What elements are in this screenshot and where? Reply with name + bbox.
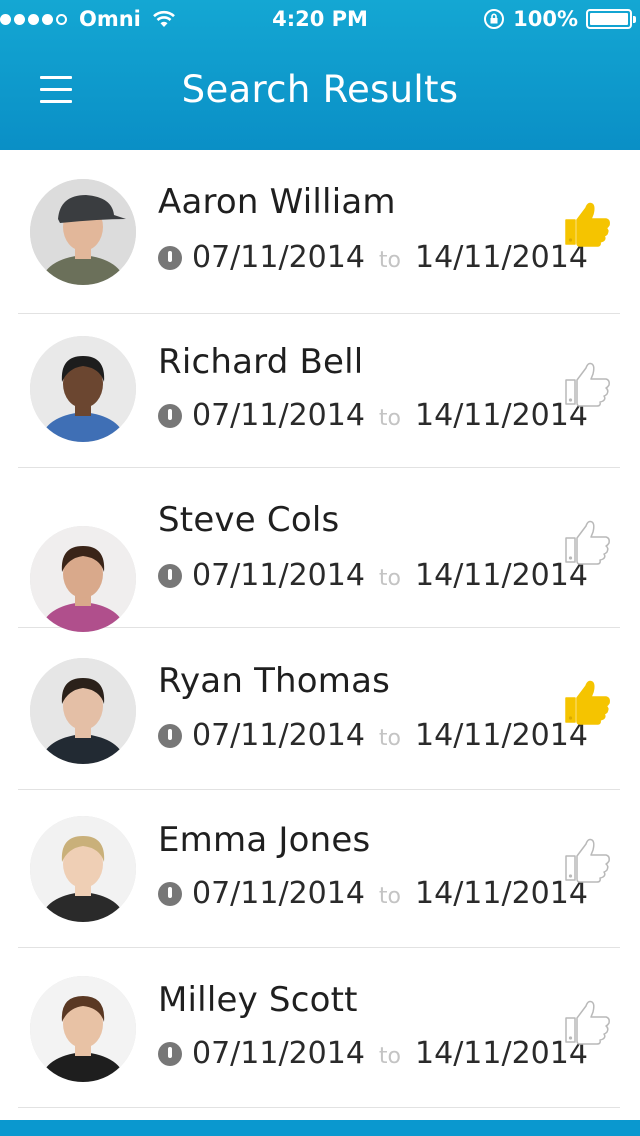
person-name: Richard Bell bbox=[158, 342, 364, 382]
thumbs-up-outline-icon[interactable] bbox=[562, 836, 612, 884]
to-label: to bbox=[378, 726, 402, 751]
navigation-bar: Search Results bbox=[0, 38, 640, 150]
date-from: 07/11/2014 bbox=[192, 718, 365, 753]
date-range: 07/11/2014 to 14/11/2014 bbox=[158, 398, 588, 433]
avatar bbox=[30, 179, 136, 285]
date-from: 07/11/2014 bbox=[192, 398, 365, 433]
avatar bbox=[30, 658, 136, 764]
date-range: 07/11/2014 to 14/11/2014 bbox=[158, 558, 588, 593]
app-header: Omni 4:20 PM 100% Search Results bbox=[0, 0, 640, 150]
result-row[interactable]: Steve Cols 07/11/2014 to 14/11/2014 bbox=[18, 468, 620, 632]
to-label: to bbox=[378, 248, 402, 273]
date-range: 07/11/2014 to 14/11/2014 bbox=[158, 1036, 588, 1071]
result-row[interactable]: Ryan Thomas 07/11/2014 to 14/11/2014 bbox=[18, 628, 620, 790]
to-label: to bbox=[378, 566, 402, 591]
status-right: 100% bbox=[483, 4, 636, 34]
person-name: Milley Scott bbox=[158, 980, 358, 1020]
result-row[interactable]: Aaron William 07/11/2014 to 14/11/2014 bbox=[18, 150, 620, 314]
thumbs-up-outline-icon[interactable] bbox=[562, 360, 612, 408]
thumbs-up-outline-icon[interactable] bbox=[562, 998, 612, 1046]
result-row[interactable]: Richard Bell 07/11/2014 to 14/11/2014 bbox=[18, 314, 620, 468]
to-label: to bbox=[378, 884, 402, 909]
date-range: 07/11/2014 to 14/11/2014 bbox=[158, 876, 588, 911]
date-range: 07/11/2014 to 14/11/2014 bbox=[158, 718, 588, 753]
location-pin-icon bbox=[158, 403, 182, 428]
page-title: Search Results bbox=[181, 68, 459, 111]
person-name: Steve Cols bbox=[158, 500, 340, 540]
date-from: 07/11/2014 bbox=[192, 558, 365, 593]
location-pin-icon bbox=[158, 881, 182, 906]
person-name: Aaron William bbox=[158, 182, 396, 222]
avatar bbox=[30, 816, 136, 922]
person-name: Emma Jones bbox=[158, 820, 371, 860]
date-from: 07/11/2014 bbox=[192, 1036, 365, 1071]
avatar bbox=[30, 526, 136, 632]
date-from: 07/11/2014 bbox=[192, 876, 365, 911]
result-row[interactable]: Milley Scott 07/11/2014 to 14/11/2014 bbox=[18, 948, 620, 1108]
avatar bbox=[30, 336, 136, 442]
status-bar: Omni 4:20 PM 100% bbox=[0, 0, 640, 38]
location-pin-icon bbox=[158, 1041, 182, 1066]
thumbs-up-filled-icon[interactable] bbox=[562, 678, 612, 726]
rotation-lock-icon bbox=[484, 9, 505, 29]
thumbs-up-outline-icon[interactable] bbox=[562, 518, 612, 566]
thumbs-up-filled-icon[interactable] bbox=[562, 200, 612, 248]
to-label: to bbox=[378, 406, 402, 431]
battery-icon bbox=[586, 9, 636, 29]
date-range: 07/11/2014 to 14/11/2014 bbox=[158, 240, 588, 275]
location-pin-icon bbox=[158, 723, 182, 748]
to-label: to bbox=[378, 1044, 402, 1069]
battery-percent: 100% bbox=[513, 7, 578, 31]
location-pin-icon bbox=[158, 563, 182, 588]
location-pin-icon bbox=[158, 245, 182, 270]
search-results-list: Aaron William 07/11/2014 to 14/11/2014 Richa… bbox=[18, 150, 620, 1108]
avatar bbox=[30, 976, 136, 1082]
result-row[interactable]: Emma Jones 07/11/2014 to 14/11/2014 bbox=[18, 790, 620, 948]
date-from: 07/11/2014 bbox=[192, 240, 365, 275]
person-name: Ryan Thomas bbox=[158, 661, 391, 701]
bottom-bar bbox=[0, 1120, 640, 1136]
